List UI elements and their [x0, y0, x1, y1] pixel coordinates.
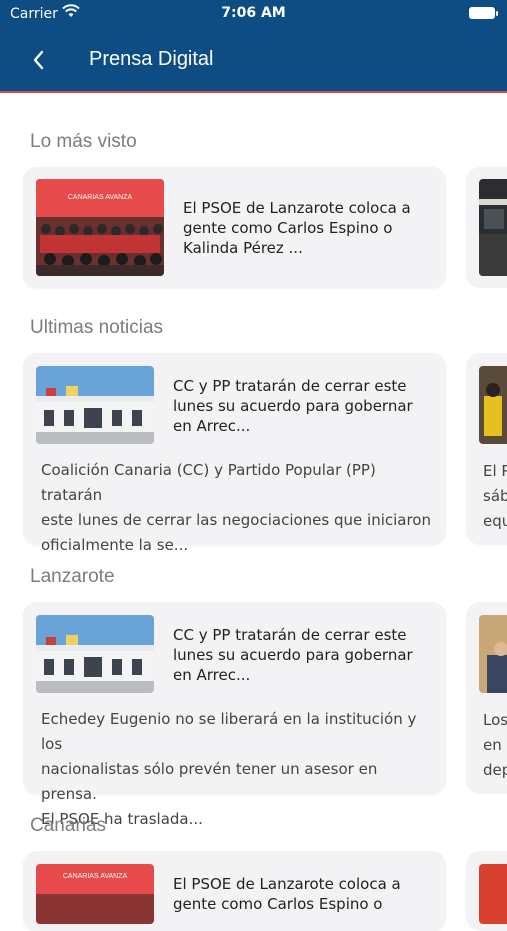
- section-title-lanzarote: Lanzarote: [30, 566, 115, 587]
- news-card-lanzarote[interactable]: CC y PP tratarán de cerrar este lunes su…: [23, 602, 446, 828]
- news-headline: El PSOE de Lanzarote coloca a gente como…: [173, 875, 401, 913]
- news-summary: El P sáb equ: [483, 462, 507, 530]
- news-thumbnail: [479, 615, 507, 693]
- news-summary: Echedey Eugenio no se liberará en la ins…: [41, 710, 417, 828]
- news-card-peek[interactable]: Los en c dep: [466, 602, 507, 794]
- news-thumbnail: CANARIAS AVANZA: [36, 179, 164, 276]
- back-chevron-icon[interactable]: [26, 46, 54, 74]
- news-thumbnail: [36, 366, 154, 444]
- news-thumbnail: [479, 179, 507, 276]
- news-card-canarias[interactable]: CANARIAS AVANZA El PSOE de Lanzarote col…: [23, 851, 446, 931]
- thumb-banner-text: CANARIAS AVANZA: [68, 194, 133, 201]
- news-card-ultimas[interactable]: CC y PP tratarán de cerrar este lunes su…: [23, 353, 446, 554]
- news-thumbnail: [479, 366, 507, 444]
- section-title-canarias: Canarias: [30, 815, 107, 836]
- news-headline: CC y PP tratarán de cerrar este lunes su…: [173, 626, 413, 684]
- status-time: 7:06 AM: [221, 5, 286, 21]
- news-headline: El PSOE de Lanzarote coloca a gente como…: [183, 199, 411, 257]
- page-title: Prensa Digital: [89, 48, 214, 70]
- news-thumbnail: [36, 615, 154, 693]
- news-thumbnail: CANARIAS AVANZA: [36, 864, 154, 924]
- thumb-banner-text: CANARIAS AVANZA: [63, 873, 128, 880]
- news-summary: Coalición Canaria (CC) y Partido Popular…: [41, 461, 431, 554]
- section-title-mas-visto: Lo más visto: [30, 131, 137, 152]
- navigation-header: Carrier 7:06 AM Prensa Digital: [0, 0, 507, 93]
- news-summary: Los en c dep: [483, 711, 507, 779]
- news-card-peek[interactable]: El P sáb equ: [466, 353, 507, 545]
- news-card-peek[interactable]: [466, 851, 507, 931]
- news-headline: CC y PP tratarán de cerrar este lunes su…: [173, 377, 413, 435]
- news-card-mas-visto[interactable]: CANARIAS AVANZA El PSOE de Lanzarote col…: [23, 167, 446, 288]
- status-bar: Carrier 7:06 AM: [0, 0, 507, 28]
- news-card-peek[interactable]: [466, 167, 507, 288]
- battery-icon: [469, 7, 498, 19]
- news-thumbnail: [479, 864, 507, 924]
- section-title-ultimas-noticias: Ultimas noticias: [30, 317, 164, 338]
